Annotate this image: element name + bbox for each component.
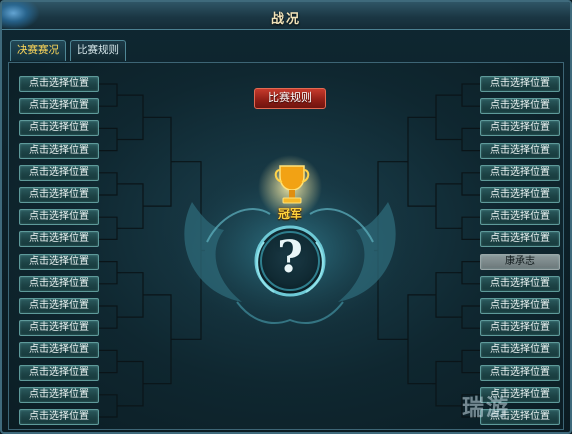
champion-placeholder: ? [277,232,303,283]
right-slot-6[interactable]: 点击选择位置 [480,187,560,203]
left-slot-3[interactable]: 点击选择位置 [19,120,99,137]
left-slot-16[interactable]: 点击选择位置 [19,409,99,425]
left-slot-11[interactable]: 点击选择位置 [19,298,99,314]
right-slot-2[interactable]: 点击选择位置 [480,98,560,115]
right-slot-12[interactable]: 点击选择位置 [480,320,560,337]
left-slot-14[interactable]: 点击选择位置 [19,364,99,381]
left-slot-7[interactable]: 点击选择位置 [19,209,99,226]
right-slot-9[interactable]: 康承志 [480,253,560,270]
left-slot-5[interactable]: 点击选择位置 [19,164,99,181]
right-slot-8[interactable]: 点击选择位置 [480,231,560,248]
left-slot-6[interactable]: 点击选择位置 [19,187,99,203]
left-slot-15[interactable]: 点击选择位置 [19,386,99,403]
champion-slot: ? [255,226,325,296]
right-slot-11[interactable]: 点击选择位置 [480,298,560,314]
left-slot-1[interactable]: 点击选择位置 [19,76,99,92]
watermark: 瑞游 [462,396,511,421]
champion-label: 冠军 [277,207,302,221]
left-slot-12[interactable]: 点击选择位置 [19,320,99,337]
left-slot-2[interactable]: 点击选择位置 [19,98,99,115]
right-slot-4[interactable]: 点击选择位置 [480,142,560,159]
battle-status-window: 战况 决赛赛况 比赛规则 比赛规则 冠军 ? 点击选择位置 点击选择位置 点击选… [0,0,572,434]
trophy-icon [274,165,310,204]
right-slot-3[interactable]: 点击选择位置 [480,120,560,137]
right-slot-5[interactable]: 点击选择位置 [480,164,560,181]
left-slot-13[interactable]: 点击选择位置 [19,342,99,359]
left-slot-4[interactable]: 点击选择位置 [19,142,99,159]
left-slot-10[interactable]: 点击选择位置 [19,275,99,292]
right-slot-14[interactable]: 点击选择位置 [480,364,560,381]
right-slot-7[interactable]: 点击选择位置 [480,209,560,226]
left-slot-9[interactable]: 点击选择位置 [19,253,99,270]
right-slot-13[interactable]: 点击选择位置 [480,342,560,359]
rules-button[interactable]: 比赛规则 [254,88,326,109]
right-slot-10[interactable]: 点击选择位置 [480,275,560,292]
left-slot-8[interactable]: 点击选择位置 [19,231,99,248]
right-slot-1[interactable]: 点击选择位置 [480,76,560,92]
